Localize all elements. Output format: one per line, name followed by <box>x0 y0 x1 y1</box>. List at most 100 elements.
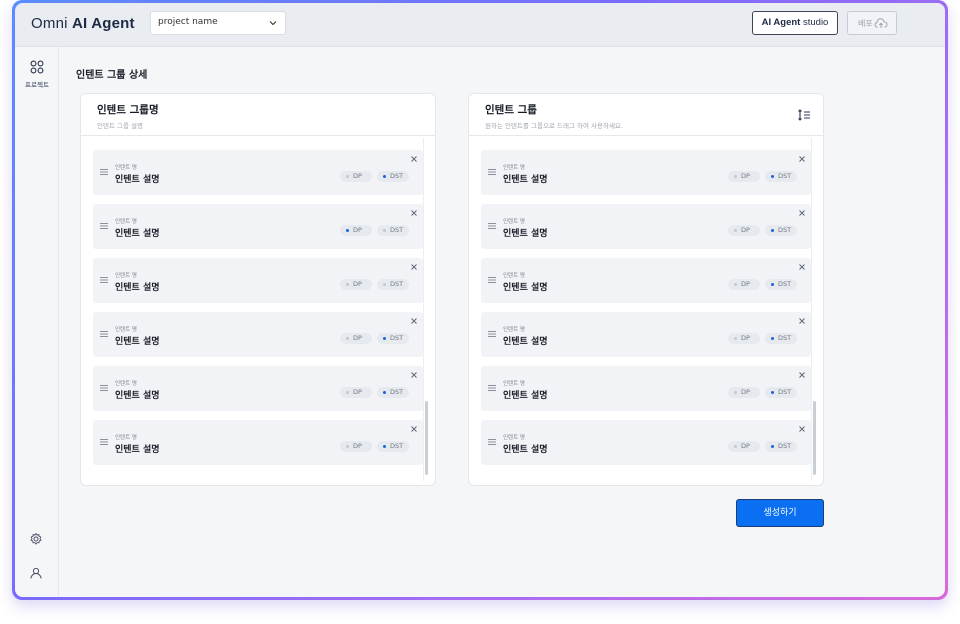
dp-tag[interactable]: DP <box>340 333 372 344</box>
dp-tag[interactable]: DP <box>728 225 760 236</box>
close-icon[interactable] <box>411 318 417 324</box>
logo: Omni AI Agent <box>31 15 135 32</box>
close-icon[interactable] <box>799 372 805 378</box>
intent-card[interactable]: 인텐트 명인텐트 설명 DP DST <box>93 312 423 357</box>
dst-tag[interactable]: DST <box>377 387 409 398</box>
app-window: Omni AI Agent project name AI Agent stud… <box>15 3 945 597</box>
dst-tag[interactable]: DST <box>765 171 797 182</box>
create-button[interactable]: 생성하기 <box>736 499 824 527</box>
dst-tag[interactable]: DST <box>765 333 797 344</box>
deploy-button[interactable]: 배포 <box>847 11 897 35</box>
deploy-label: 배포 <box>858 19 873 28</box>
intent-description: 인텐트 설명 <box>503 391 548 401</box>
intent-description: 인텐트 설명 <box>115 445 160 455</box>
close-icon[interactable] <box>411 372 417 378</box>
user-icon[interactable] <box>28 565 44 581</box>
intent-card[interactable]: 인텐트 명인텐트 설명 DP DST <box>481 420 811 465</box>
intent-description: 인텐트 설명 <box>503 283 548 293</box>
dp-tag[interactable]: DP <box>728 279 760 290</box>
intent-card[interactable]: 인텐트 명인텐트 설명 DP DST <box>93 420 423 465</box>
top-bar: Omni AI Agent project name AI Agent stud… <box>15 3 945 47</box>
intent-description: 인텐트 설명 <box>115 337 160 347</box>
sidebar-item-project[interactable]: 프로젝트 <box>15 59 59 89</box>
close-icon[interactable] <box>799 156 805 162</box>
project-select-value: project name <box>158 17 218 27</box>
intent-caption: 인텐트 명 <box>503 381 525 387</box>
intent-card[interactable]: 인텐트 명 인텐트 설명 DP DST <box>481 204 811 249</box>
intent-description: 인텐트 설명 <box>115 229 160 239</box>
intent-card[interactable]: 인텐트 명인텐트 설명 DP DST <box>93 204 423 249</box>
close-icon[interactable] <box>411 156 417 162</box>
intent-card[interactable]: 인텐트 명 인텐트 설명 DP DST <box>93 366 423 411</box>
intent-group-panel: 인텐트 그룹명 인텐트 그룹 설명 인텐트 명 인텐트 설명 DP DST 인텐트 명인… <box>80 93 436 486</box>
dst-tag[interactable]: DST <box>377 441 409 452</box>
dp-tag[interactable]: DP <box>728 171 760 182</box>
dp-tag[interactable]: DP <box>340 171 372 182</box>
drag-handle-icon[interactable] <box>488 168 496 176</box>
drag-handle-icon[interactable] <box>100 438 108 446</box>
dst-tag[interactable]: DST <box>377 279 409 290</box>
dp-tag[interactable]: DP <box>340 441 372 452</box>
intent-description: 인텐트 설명 <box>115 175 160 185</box>
dst-tag[interactable]: DST <box>377 333 409 344</box>
dst-tag[interactable]: DST <box>765 279 797 290</box>
dp-tag[interactable]: DP <box>340 387 372 398</box>
gear-icon[interactable] <box>28 531 44 547</box>
intent-description: 인텐트 설명 <box>503 337 548 347</box>
drag-handle-icon[interactable] <box>100 168 108 176</box>
scrollbar-thumb[interactable] <box>813 401 816 475</box>
close-icon[interactable] <box>799 426 805 432</box>
dst-tag[interactable]: DST <box>377 225 409 236</box>
dp-tag[interactable]: DP <box>728 441 760 452</box>
dst-tag[interactable]: DST <box>765 225 797 236</box>
grid-icon <box>30 60 44 74</box>
dp-tag[interactable]: DP <box>340 225 372 236</box>
intent-caption: 인텐트 명 <box>115 435 137 441</box>
intent-caption: 인텐트 명 <box>503 165 525 171</box>
scrollbar-thumb[interactable] <box>425 401 428 475</box>
dst-tag[interactable]: DST <box>765 441 797 452</box>
sort-icon[interactable] <box>797 108 811 122</box>
dp-tag[interactable]: DP <box>340 279 372 290</box>
close-icon[interactable] <box>799 264 805 270</box>
dst-tag[interactable]: DST <box>377 171 409 182</box>
project-select[interactable]: project name <box>150 11 286 35</box>
page-title: 인텐트 그룹 상세 <box>76 70 148 81</box>
intent-caption: 인텐트 명 <box>115 327 137 333</box>
drag-handle-icon[interactable] <box>100 222 108 230</box>
ai-agent-studio-button[interactable]: AI Agent studio <box>752 11 838 35</box>
drag-handle-icon[interactable] <box>488 438 496 446</box>
drag-handle-icon[interactable] <box>488 222 496 230</box>
close-icon[interactable] <box>411 426 417 432</box>
intent-caption: 인텐트 명 <box>115 219 137 225</box>
close-icon[interactable] <box>411 264 417 270</box>
intent-caption: 인텐트 명 <box>115 165 137 171</box>
intent-card[interactable]: 인텐트 명인텐트 설명 DP DST <box>93 150 423 195</box>
intent-card[interactable]: 인텐트 명인텐트 설명 DP DST <box>481 366 811 411</box>
dst-tag[interactable]: DST <box>765 387 797 398</box>
drag-handle-icon[interactable] <box>488 276 496 284</box>
drag-handle-icon[interactable] <box>488 384 496 392</box>
cloud-upload-icon <box>874 18 888 28</box>
intent-card[interactable]: 인텐트 명 인텐트 설명 DP DST <box>93 258 423 303</box>
drag-handle-icon[interactable] <box>100 384 108 392</box>
intent-caption: 인텐트 명 <box>115 381 137 387</box>
intent-card[interactable]: 인텐트 명 인텐트 설명 DP DST <box>481 312 811 357</box>
drag-handle-icon[interactable] <box>100 276 108 284</box>
drag-handle-icon[interactable] <box>100 330 108 338</box>
sidebar: 프로젝트 <box>15 47 59 597</box>
chevron-down-icon <box>269 21 277 26</box>
close-icon[interactable] <box>411 210 417 216</box>
close-icon[interactable] <box>799 318 805 324</box>
intent-card[interactable]: 인텐트 명 인텐트 설명 DP DST <box>481 150 811 195</box>
dp-tag[interactable]: DP <box>728 333 760 344</box>
drag-handle-icon[interactable] <box>488 330 496 338</box>
panel-title: 인텐트 그룹명 <box>97 104 159 116</box>
intent-caption: 인텐트 명 <box>503 435 525 441</box>
intent-description: 인텐트 설명 <box>503 445 548 455</box>
intent-caption: 인텐트 명 <box>503 219 525 225</box>
close-icon[interactable] <box>799 210 805 216</box>
sidebar-item-label: 프로젝트 <box>25 81 49 89</box>
dp-tag[interactable]: DP <box>728 387 760 398</box>
intent-card[interactable]: 인텐트 명 인텐트 설명 DP DST <box>481 258 811 303</box>
